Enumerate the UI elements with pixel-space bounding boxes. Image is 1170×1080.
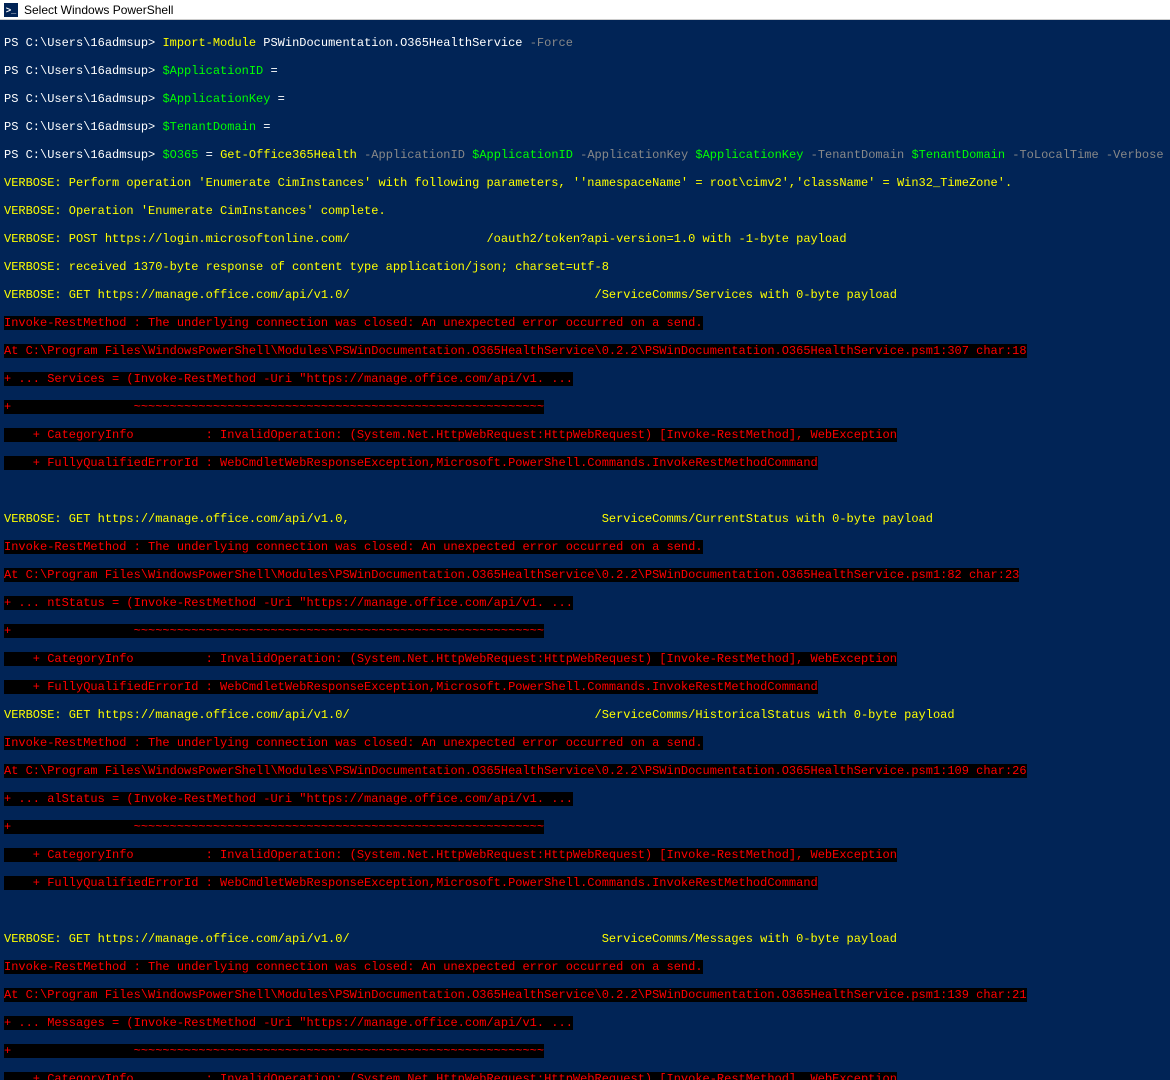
- error-line: Invoke-RestMethod : The underlying conne…: [4, 316, 1166, 330]
- error-line: + ~~~~~~~~~~~~~~~~~~~~~~~~~~~~~~~~~~~~~~…: [4, 624, 1166, 638]
- verbose-line: VERBOSE: Perform operation 'Enumerate Ci…: [4, 176, 1166, 190]
- error-line: + ... alStatus = (Invoke-RestMethod -Uri…: [4, 792, 1166, 806]
- command-line: PS C:\Users\16admsup> $O365 = Get-Office…: [4, 148, 1166, 162]
- error-line: At C:\Program Files\WindowsPowerShell\Mo…: [4, 344, 1166, 358]
- verbose-line: VERBOSE: GET https://manage.office.com/a…: [4, 512, 1166, 526]
- error-line: Invoke-RestMethod : The underlying conne…: [4, 960, 1166, 974]
- verbose-line: VERBOSE: received 1370-byte response of …: [4, 260, 1166, 274]
- error-line: + FullyQualifiedErrorId : WebCmdletWebRe…: [4, 456, 1166, 470]
- powershell-icon: >_: [4, 3, 18, 17]
- verbose-line: VERBOSE: GET https://manage.office.com/a…: [4, 708, 1166, 722]
- console-output[interactable]: PS C:\Users\16admsup> Import-Module PSWi…: [0, 20, 1170, 1080]
- error-line: + FullyQualifiedErrorId : WebCmdletWebRe…: [4, 680, 1166, 694]
- command-line: PS C:\Users\16admsup> Import-Module PSWi…: [4, 36, 1166, 50]
- error-line: + FullyQualifiedErrorId : WebCmdletWebRe…: [4, 876, 1166, 890]
- error-line: At C:\Program Files\WindowsPowerShell\Mo…: [4, 988, 1166, 1002]
- error-line: + ~~~~~~~~~~~~~~~~~~~~~~~~~~~~~~~~~~~~~~…: [4, 400, 1166, 414]
- title-bar[interactable]: >_ Select Windows PowerShell: [0, 0, 1170, 20]
- error-line: + CategoryInfo : InvalidOperation: (Syst…: [4, 1072, 1166, 1080]
- verbose-line: VERBOSE: GET https://manage.office.com/a…: [4, 288, 1166, 302]
- error-line: + ... ntStatus = (Invoke-RestMethod -Uri…: [4, 596, 1166, 610]
- error-line: At C:\Program Files\WindowsPowerShell\Mo…: [4, 764, 1166, 778]
- verbose-line: VERBOSE: POST https://login.microsoftonl…: [4, 232, 1166, 246]
- blank-line: [4, 484, 1166, 498]
- command-line: PS C:\Users\16admsup> $TenantDomain =: [4, 120, 1166, 134]
- error-line: At C:\Program Files\WindowsPowerShell\Mo…: [4, 568, 1166, 582]
- window-title: Select Windows PowerShell: [24, 3, 173, 17]
- error-line: + ~~~~~~~~~~~~~~~~~~~~~~~~~~~~~~~~~~~~~~…: [4, 820, 1166, 834]
- error-line: Invoke-RestMethod : The underlying conne…: [4, 736, 1166, 750]
- verbose-line: VERBOSE: Operation 'Enumerate CimInstanc…: [4, 204, 1166, 218]
- error-line: + ... Services = (Invoke-RestMethod -Uri…: [4, 372, 1166, 386]
- blank-line: [4, 904, 1166, 918]
- error-line: + CategoryInfo : InvalidOperation: (Syst…: [4, 652, 1166, 666]
- error-line: + CategoryInfo : InvalidOperation: (Syst…: [4, 428, 1166, 442]
- command-line: PS C:\Users\16admsup> $ApplicationID =: [4, 64, 1166, 78]
- verbose-line: VERBOSE: GET https://manage.office.com/a…: [4, 932, 1166, 946]
- error-line: Invoke-RestMethod : The underlying conne…: [4, 540, 1166, 554]
- command-line: PS C:\Users\16admsup> $ApplicationKey =: [4, 92, 1166, 106]
- error-line: + ... Messages = (Invoke-RestMethod -Uri…: [4, 1016, 1166, 1030]
- error-line: + CategoryInfo : InvalidOperation: (Syst…: [4, 848, 1166, 862]
- error-line: + ~~~~~~~~~~~~~~~~~~~~~~~~~~~~~~~~~~~~~~…: [4, 1044, 1166, 1058]
